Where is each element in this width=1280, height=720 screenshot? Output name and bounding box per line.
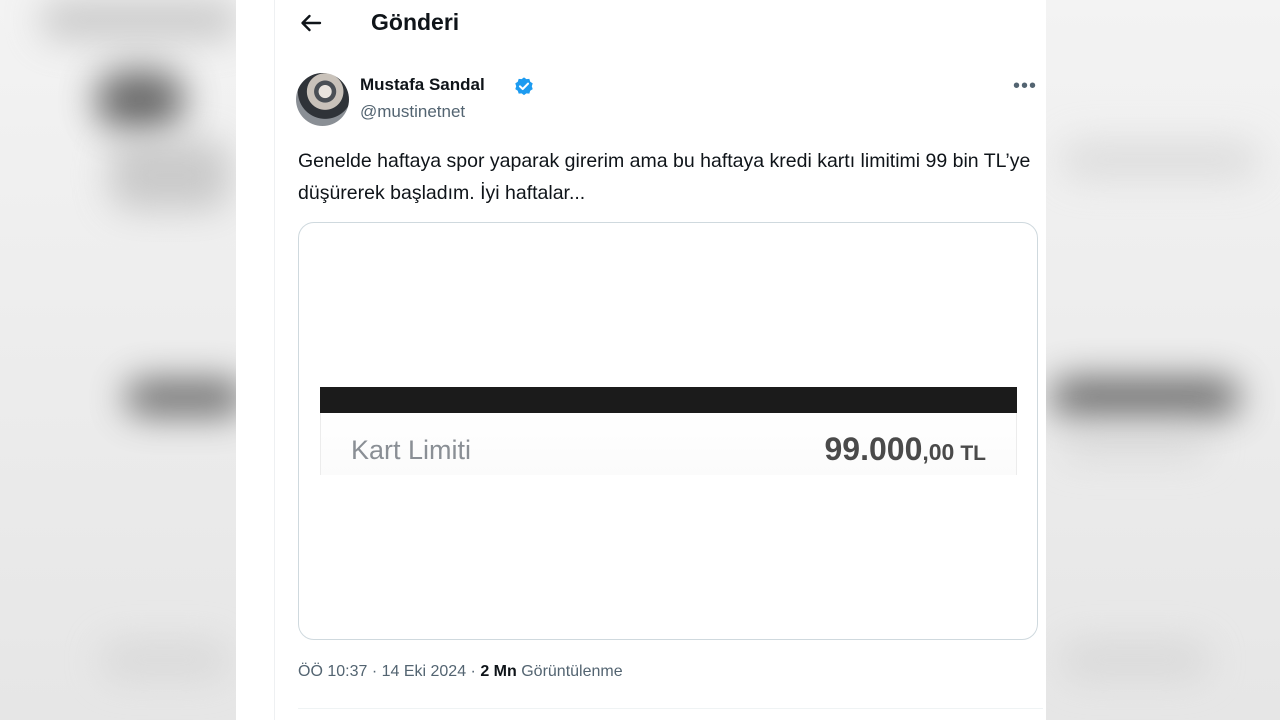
post-media[interactable]: Kart Limiti 99.000,00 TL (298, 222, 1038, 640)
post-time[interactable]: ÖÖ 10:37 (298, 663, 367, 680)
verified-badge-icon (515, 77, 533, 96)
card-limit-row: Kart Limiti 99.000,00 TL (320, 413, 1017, 475)
views-count: 2 Mn (480, 663, 517, 680)
page-header: Gönderi (236, 0, 1046, 48)
meta-divider (298, 708, 1043, 709)
background-blur-shape (1060, 430, 1210, 460)
background-blur-shape (1050, 378, 1240, 416)
background-blur-shape (1060, 640, 1210, 680)
background-blur-shape (40, 0, 240, 40)
background-blur-shape (95, 70, 185, 130)
card-limit-label: Kart Limiti (351, 435, 472, 465)
card-header-bar (320, 387, 1017, 413)
more-options-button[interactable]: ••• (1011, 74, 1039, 98)
background-blur-shape (125, 380, 245, 415)
back-arrow-icon (301, 14, 322, 32)
post-text: Genelde haftaya spor yaparak girerim ama… (298, 150, 1031, 204)
meta-separator: · (466, 663, 481, 680)
post-date[interactable]: 14 Eki 2024 (382, 663, 467, 680)
card-limit-amount: 99.000 (824, 431, 923, 467)
card-limit-currency: TL (960, 442, 986, 465)
more-options-icon: ••• (1012, 74, 1037, 97)
meta-separator: · (367, 663, 382, 680)
panel-border (274, 0, 275, 720)
card-limit-value: 99.000,00 TL (824, 431, 986, 468)
background-blur-shape (100, 640, 230, 680)
post-panel: Gönderi Mustafa Sandal @mustinetnet ••• … (236, 0, 1046, 720)
page-title: Gönderi (371, 9, 460, 35)
post-meta: ÖÖ 10:37 · 14 Eki 2024 · 2 Mn Görüntülen… (298, 663, 623, 681)
background-blur-shape (110, 140, 230, 210)
avatar[interactable] (296, 73, 349, 126)
author-handle[interactable]: @mustinetnet (360, 102, 465, 122)
back-button[interactable] (294, 8, 328, 38)
views-label: Görüntülenme (516, 663, 623, 680)
author-name[interactable]: Mustafa Sandal (360, 75, 485, 95)
card-limit-cents: ,00 (922, 439, 955, 465)
background-blur-shape (1060, 140, 1260, 180)
